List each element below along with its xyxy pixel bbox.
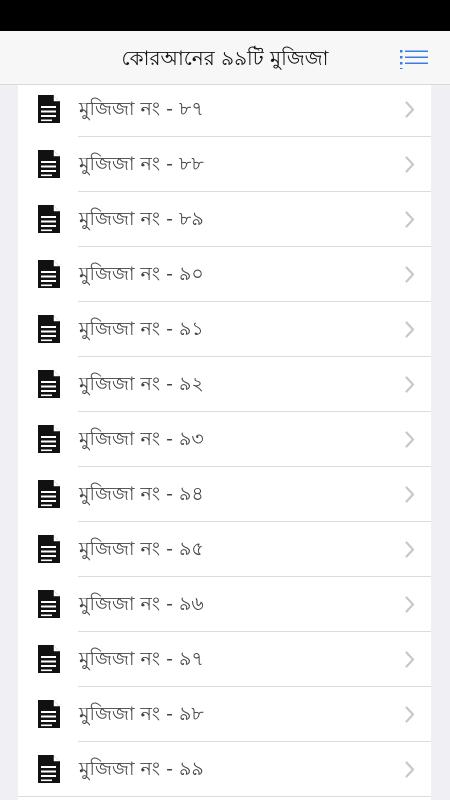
chevron-right-icon xyxy=(405,651,415,668)
list-item[interactable]: মুজিজা নং - ৯৫ xyxy=(18,522,431,577)
chevron-right-icon xyxy=(405,706,415,723)
list-item-label: মুজিজা নং - ৯৯ xyxy=(79,758,204,780)
mujiza-list[interactable]: মুজিজা নং - ৮৭ মুজিজা নং - ৮৮ মুজিজা নং - … xyxy=(18,85,431,800)
chevron-right-icon xyxy=(405,596,415,613)
list-item[interactable]: মুজিজা নং - ৮৮ xyxy=(18,137,431,192)
mujiza-list-items: মুজিজা নং - ৮৭ মুজিজা নং - ৮৮ মুজিজা নং - … xyxy=(18,85,431,797)
chevron-right-icon xyxy=(405,761,415,778)
document-icon xyxy=(37,424,61,454)
list-item-label: মুজিজা নং - ৮৮ xyxy=(79,153,204,175)
list-item[interactable]: মুজিজা নং - ৯৩ xyxy=(18,412,431,467)
chevron-right-icon xyxy=(405,321,415,338)
list-item-label: মুজিজা নং - ৯২ xyxy=(79,373,204,395)
list-item[interactable]: মুজিজা নং - ৮৭ xyxy=(18,85,431,137)
list-item-label: মুজিজা নং - ৯৫ xyxy=(79,538,204,560)
list-item-label: মুজিজা নং - ৯৭ xyxy=(79,648,204,670)
chevron-right-icon xyxy=(405,211,415,228)
list-item-label: মুজিজা নং - ৮৯ xyxy=(79,208,204,230)
page-title: কোরআনের ৯৯টি মুজিজা xyxy=(121,46,329,70)
list-item-label: মুজিজা নং - ৯৬ xyxy=(79,593,204,615)
document-icon xyxy=(37,259,61,289)
list-item-label: মুজিজা নং - ৮৭ xyxy=(79,98,204,120)
document-icon xyxy=(37,754,61,784)
document-icon xyxy=(37,644,61,674)
document-icon xyxy=(37,314,61,344)
navigation-bar: কোরআনের ৯৯টি মুজিজা xyxy=(0,31,450,85)
menu-list-icon xyxy=(400,49,428,69)
chevron-right-icon xyxy=(405,266,415,283)
chevron-right-icon xyxy=(405,541,415,558)
document-icon xyxy=(37,204,61,234)
list-item-label: মুজিজা নং - ৯৪ xyxy=(79,483,204,505)
list-item[interactable]: মুজিজা নং - ৮৯ xyxy=(18,192,431,247)
list-item-label: মুজিজা নং - ৯৩ xyxy=(79,428,204,450)
list-item[interactable]: মুজিজা নং - ৯৪ xyxy=(18,467,431,522)
chevron-right-icon xyxy=(405,431,415,448)
list-item[interactable]: মুজিজা নং - ৯৬ xyxy=(18,577,431,632)
document-icon xyxy=(37,94,61,124)
list-item[interactable]: মুজিজা নং - ৯৮ xyxy=(18,687,431,742)
chevron-right-icon xyxy=(405,486,415,503)
document-icon xyxy=(37,149,61,179)
row-divider xyxy=(18,796,431,797)
document-icon xyxy=(37,369,61,399)
list-item-label: মুজিজা নং - ৯১ xyxy=(79,318,204,340)
status-bar xyxy=(0,0,450,31)
list-item-label: মুজিজা নং - ৯০ xyxy=(79,263,204,285)
list-item[interactable]: মুজিজা নং - ৯১ xyxy=(18,302,431,357)
list-item[interactable]: মুজিজা নং - ৯৭ xyxy=(18,632,431,687)
document-icon xyxy=(37,699,61,729)
chevron-right-icon xyxy=(405,376,415,393)
document-icon xyxy=(37,589,61,619)
document-icon xyxy=(37,479,61,509)
menu-button[interactable] xyxy=(400,49,428,69)
list-item[interactable]: মুজিজা নং - ৯৯ xyxy=(18,742,431,797)
document-icon xyxy=(37,534,61,564)
list-item[interactable]: মুজিজা নং - ৯০ xyxy=(18,247,431,302)
list-item-label: মুজিজা নং - ৯৮ xyxy=(79,703,204,725)
chevron-right-icon xyxy=(405,101,415,118)
list-item[interactable]: মুজিজা নং - ৯২ xyxy=(18,357,431,412)
chevron-right-icon xyxy=(405,156,415,173)
